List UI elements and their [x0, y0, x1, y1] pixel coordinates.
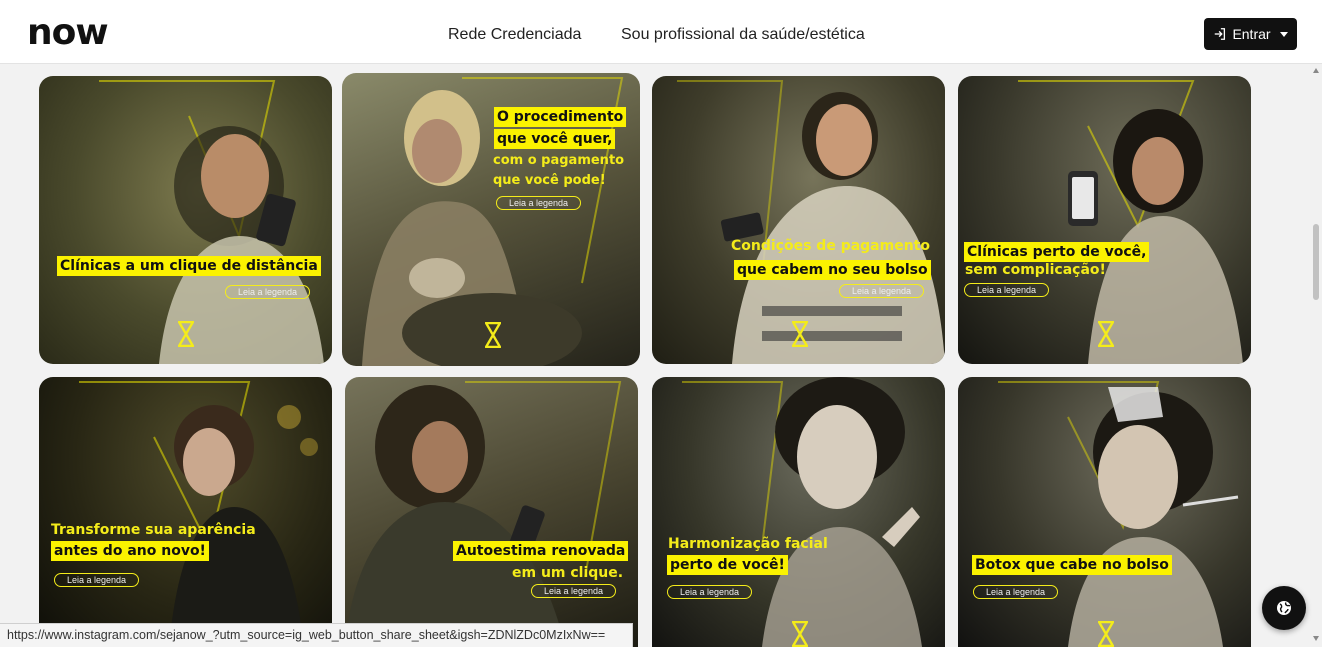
site-header: now Rede Credenciada Sou profissional da…	[0, 0, 1322, 64]
language-globe-button[interactable]	[1262, 586, 1306, 630]
post-card[interactable]: Clínicas perto de você, sem complicação!…	[958, 76, 1251, 364]
chevron-down-icon	[1279, 31, 1288, 37]
post-caption-pill: Leia a legenda	[225, 285, 311, 299]
post-caption-pill: Leia a legenda	[531, 584, 617, 598]
scroll-up-icon[interactable]	[1313, 68, 1319, 73]
post-headline: Clínicas a um clique de distância	[57, 256, 321, 276]
post-card[interactable]: O procedimento que você quer, com o paga…	[342, 73, 640, 366]
post-decoration	[998, 381, 1239, 647]
status-bar-url: https://www.instagram.com/sejanow_?utm_s…	[0, 623, 633, 647]
hourglass-icon	[1098, 621, 1114, 647]
post-subheadline: com o pagamento	[493, 153, 625, 168]
post-decoration	[682, 377, 922, 647]
post-headline: O procedimento	[494, 107, 627, 127]
post-headline: antes do ano novo!	[51, 541, 209, 561]
hourglass-icon	[485, 322, 501, 348]
post-card[interactable]: Clínicas a um clique de distância Leia a…	[39, 76, 332, 364]
post-headline: Botox que cabe no bolso	[972, 555, 1172, 575]
post-caption-pill: Leia a legenda	[964, 283, 1050, 297]
post-caption-pill: Leia a legenda	[973, 585, 1059, 599]
post-headline: em um clique.	[512, 565, 624, 581]
brand-logo[interactable]: now	[27, 13, 109, 53]
nav-link-rede-credenciada[interactable]: Rede Credenciada	[448, 25, 581, 45]
page-scrollbar[interactable]	[1310, 64, 1322, 647]
post-headline: sem complicação!	[965, 262, 1106, 278]
hourglass-icon	[178, 321, 194, 347]
hourglass-icon	[792, 321, 808, 347]
post-card[interactable]: Condições de pagamento que cabem no seu …	[652, 76, 945, 364]
login-icon	[1215, 28, 1226, 40]
post-card[interactable]: Harmonização facial perto de você! Leia …	[652, 377, 945, 647]
post-headline: perto de você!	[667, 555, 788, 575]
hourglass-icon	[792, 621, 808, 647]
post-subheadline: que você pode!	[493, 173, 606, 188]
post-headline: Autoestima renovada	[453, 541, 629, 561]
post-caption-pill: Leia a legenda	[667, 585, 753, 599]
post-card[interactable]: Autoestima renovada em um clique. Leia a…	[345, 377, 638, 647]
login-dropdown-button[interactable]: Entrar	[1204, 18, 1297, 50]
post-headline: Harmonização facial	[668, 536, 828, 552]
post-headline: Condições de pagamento	[731, 238, 930, 254]
nav-link-sou-profissional[interactable]: Sou profissional da saúde/estética	[621, 25, 865, 45]
login-label: Entrar	[1232, 26, 1271, 42]
scroll-down-icon[interactable]	[1313, 636, 1319, 641]
globe-icon	[1277, 601, 1291, 615]
post-caption-pill: Leia a legenda	[54, 573, 140, 587]
post-headline: Clínicas perto de você,	[964, 242, 1150, 262]
post-card[interactable]: Transforme sua aparência antes do ano no…	[39, 377, 332, 647]
post-caption-pill: Leia a legenda	[839, 284, 925, 298]
post-caption-pill: Leia a legenda	[496, 196, 582, 210]
post-headline: que você quer,	[494, 129, 616, 149]
post-card[interactable]: Botox que cabe no bolso Leia a legenda	[958, 377, 1251, 647]
scroll-thumb[interactable]	[1313, 224, 1319, 300]
post-decoration	[345, 381, 622, 647]
post-headline: Transforme sua aparência	[51, 522, 256, 538]
hourglass-icon	[1098, 321, 1114, 347]
post-headline: que cabem no seu bolso	[734, 260, 931, 280]
post-decoration	[79, 381, 318, 647]
